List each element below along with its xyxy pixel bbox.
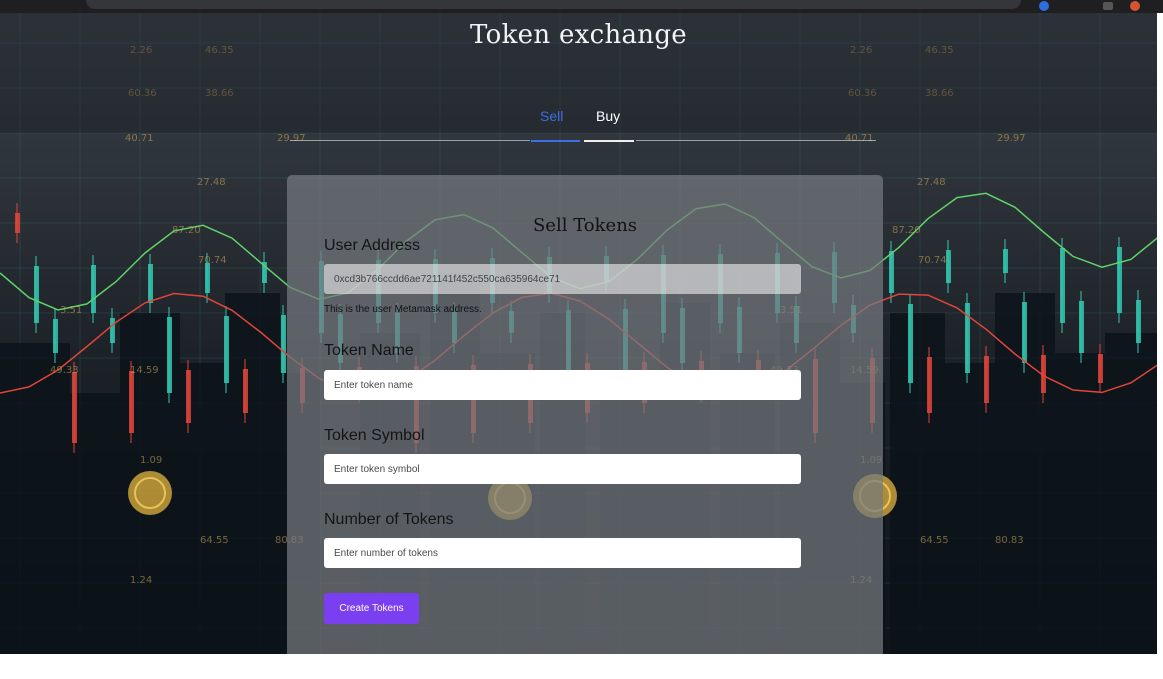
tab-divider-left <box>290 140 530 141</box>
candlestick <box>148 264 153 303</box>
ticker-number: 27.48 <box>917 177 946 188</box>
number-of-tokens-input[interactable] <box>324 538 801 568</box>
candlestick <box>908 304 913 383</box>
ticker-number: 40.71 <box>125 133 154 144</box>
tab-buy-indicator <box>584 140 634 142</box>
building-silhouette <box>1055 353 1105 654</box>
extension-icon[interactable] <box>1039 1 1049 11</box>
candlestick <box>1022 302 1027 363</box>
building-silhouette <box>890 313 945 654</box>
ticker-number: 27.48 <box>197 177 226 188</box>
ticker-number: 40.71 <box>845 133 874 144</box>
user-address-field[interactable] <box>324 264 801 294</box>
tab-bar: Sell Buy <box>528 106 638 146</box>
token-name-input[interactable] <box>324 370 801 400</box>
candlestick <box>91 265 96 313</box>
candlestick <box>984 356 989 403</box>
building-silhouette <box>70 393 120 654</box>
ticker-number: 87.20 <box>172 225 201 236</box>
ticker-number: 87.20 <box>892 225 921 236</box>
user-address-label: User Address <box>324 237 421 254</box>
ticker-number: 64.55 <box>920 535 949 546</box>
token-symbol-label: Token Symbol <box>324 427 425 444</box>
candlestick <box>1098 354 1103 383</box>
user-address-help-text: This is the user Metamask address. <box>324 304 482 315</box>
ticker-number: 70.74 <box>198 255 227 266</box>
candlestick <box>1136 300 1141 343</box>
number-of-tokens-label: Number of Tokens <box>324 511 454 528</box>
candlestick <box>129 371 134 433</box>
tab-buy[interactable]: Buy <box>596 106 620 132</box>
ticker-number: 3.51 <box>60 305 82 316</box>
ticker-number: 29.97 <box>277 133 306 144</box>
ticker-number: 1.24 <box>130 575 152 586</box>
building-silhouette <box>945 363 995 654</box>
building-silhouette <box>0 343 70 654</box>
building-silhouette <box>225 293 280 654</box>
candlestick <box>889 251 894 293</box>
ticker-number: 70.74 <box>918 255 947 266</box>
page-title: Token exchange <box>470 20 687 50</box>
candlestick <box>946 250 951 283</box>
candlestick <box>53 319 58 353</box>
candlestick <box>34 266 39 323</box>
sell-tokens-form: Sell Tokens User Address This is the use… <box>287 175 883 654</box>
create-tokens-button[interactable]: Create Tokens <box>324 593 419 624</box>
tab-divider-right <box>636 140 876 141</box>
candlestick <box>243 369 248 413</box>
candlestick <box>1060 248 1065 323</box>
building-silhouette <box>1105 333 1157 654</box>
form-heading: Sell Tokens <box>532 215 638 236</box>
candlestick <box>110 318 115 343</box>
candlestick <box>224 316 229 383</box>
ticker-number: 64.55 <box>200 535 229 546</box>
candlestick <box>186 370 191 423</box>
address-bar[interactable] <box>86 0 1021 9</box>
tab-sell-indicator <box>531 140 580 142</box>
candlestick <box>205 263 210 293</box>
candlestick <box>1079 301 1084 353</box>
ticker-number: 14.59 <box>130 365 159 376</box>
candlestick <box>1117 247 1122 313</box>
candlestick <box>281 315 286 373</box>
token-name-label: Token Name <box>324 342 414 359</box>
tab-sell[interactable]: Sell <box>540 106 563 132</box>
ticker-number: 1.09 <box>140 455 162 466</box>
ticker-number: 29.97 <box>997 133 1026 144</box>
candlestick <box>927 357 932 413</box>
browser-toolbar <box>0 0 1163 13</box>
token-symbol-input[interactable] <box>324 454 801 484</box>
candlestick <box>15 213 20 233</box>
menu-icon[interactable] <box>1130 1 1140 11</box>
candlestick <box>167 317 172 393</box>
candlestick <box>1003 249 1008 273</box>
ticker-number: 49.33 <box>50 365 79 376</box>
ticker-number: 80.83 <box>995 535 1024 546</box>
candlestick <box>72 372 77 443</box>
profile-icon[interactable] <box>1103 2 1113 10</box>
